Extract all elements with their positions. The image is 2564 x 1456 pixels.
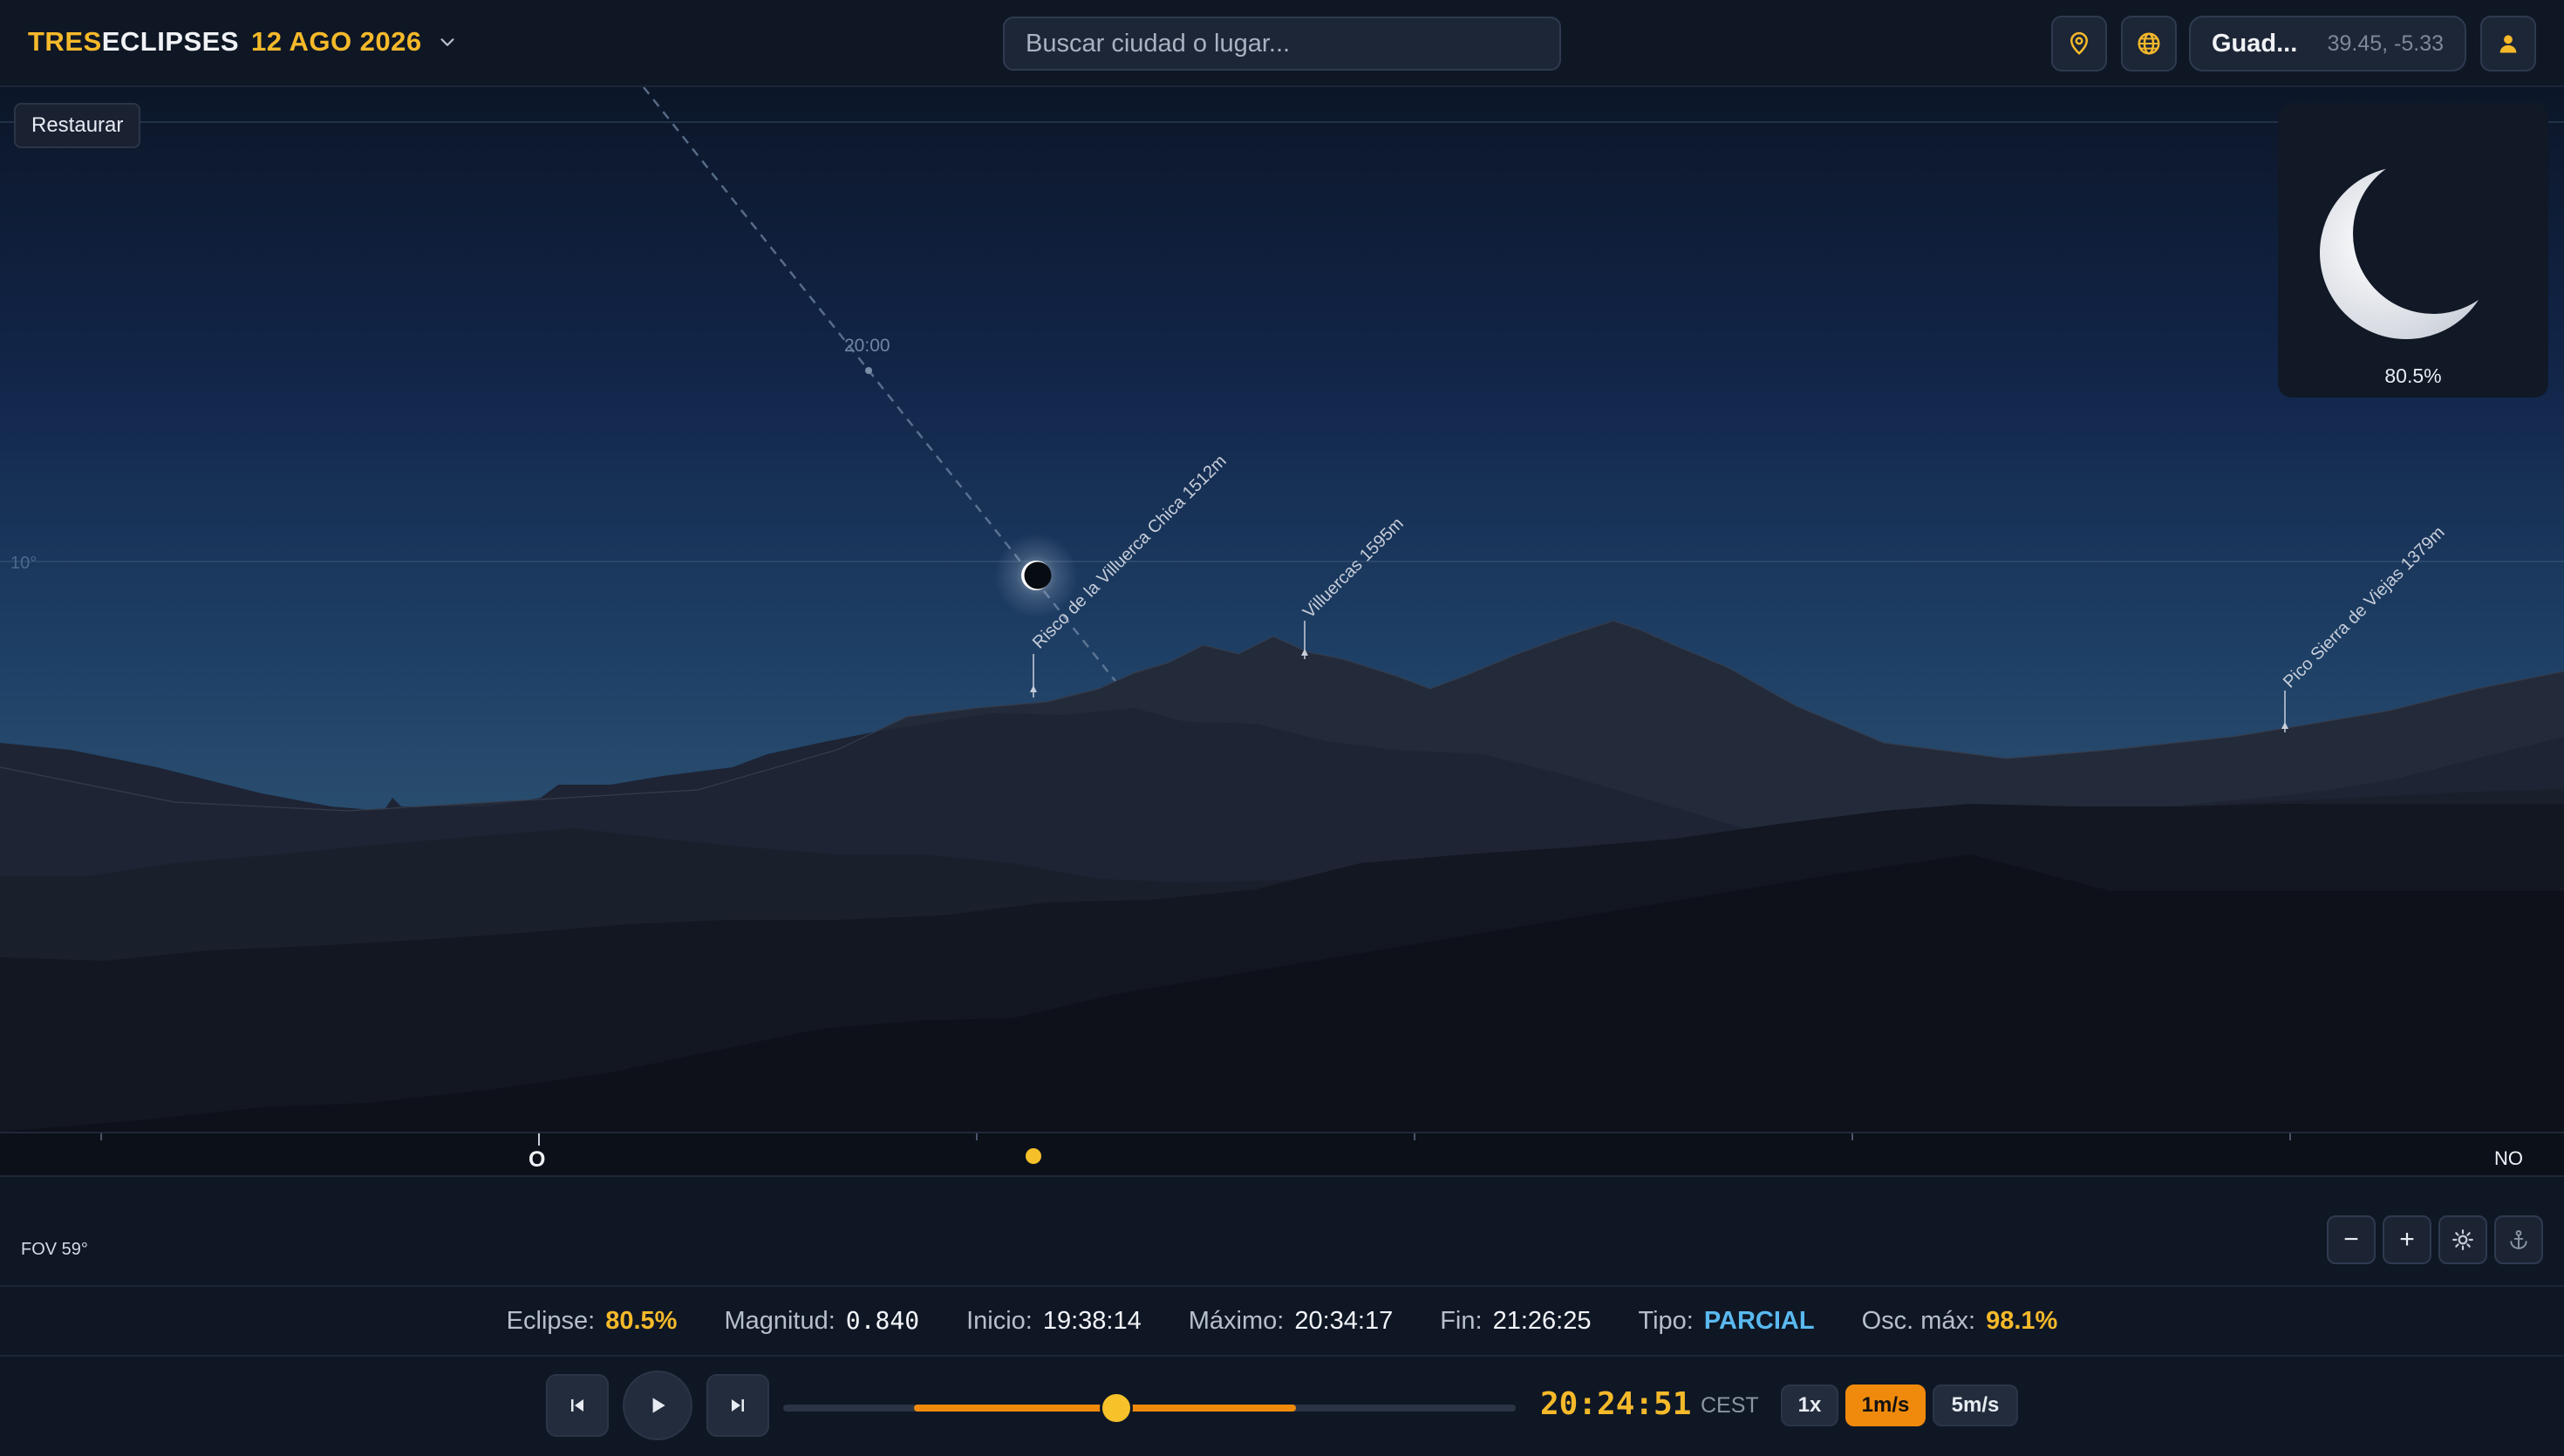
current-time: 20:24:51 [1540, 1386, 1692, 1422]
stat-eclipse-value: 80.5% [605, 1306, 678, 1335]
chevron-down-icon[interactable] [438, 32, 457, 51]
search-input[interactable] [1003, 17, 1561, 71]
skip-back-icon [571, 1399, 583, 1412]
eclipse-inset-percent: 80.5% [2384, 364, 2442, 387]
user-icon [2499, 35, 2517, 53]
stat-end: Fin: 21:26:25 [1440, 1307, 1591, 1336]
eclipse-date-selector[interactable]: 12 AGO 2026 [251, 26, 422, 58]
speed-1m-s-button[interactable]: 1m/s [1845, 1385, 1926, 1426]
stat-start-value: 19:38:14 [1042, 1306, 1142, 1335]
eclipse-phase-icon [2320, 167, 2492, 339]
play-button[interactable] [623, 1371, 692, 1440]
compass-bar: O NO [0, 1132, 2564, 1177]
stat-magnitude: Magnitud: 0.840 [724, 1306, 919, 1336]
location-name: Guad... [2212, 29, 2298, 58]
skip-forward-button[interactable] [706, 1374, 769, 1437]
top-bar: TRESECLIPSES 12 AGO 2026 Guad... 39.45, … [0, 0, 2564, 87]
sky-view[interactable]: 10° 20:00 Risco de la Villuerca Chica 15… [0, 87, 2564, 1132]
globe-button[interactable] [2121, 16, 2177, 71]
skip-forward-icon [732, 1399, 744, 1412]
stat-max-obscuration: Osc. máx: 98.1% [1862, 1307, 2058, 1336]
stat-type-value: PARCIAL [1703, 1306, 1815, 1335]
stat-end-value: 21:26:25 [1492, 1306, 1592, 1335]
stat-max-value: 20:34:17 [1294, 1306, 1394, 1335]
user-button[interactable] [2480, 16, 2536, 71]
location-coordinates: 39.45, -5.33 [2327, 31, 2444, 56]
lower-strip [0, 1175, 2564, 1285]
time-marker-dot [865, 367, 872, 374]
location-selector[interactable]: Guad... 39.45, -5.33 [2189, 16, 2466, 71]
minus-icon: − [2343, 1225, 2359, 1254]
compass-label-west: O [528, 1147, 546, 1172]
stat-max-label: Máximo: [1188, 1306, 1285, 1335]
timeline-handle[interactable] [1100, 1391, 1134, 1425]
stat-eclipse-label: Eclipse: [506, 1306, 596, 1335]
stat-magnitude-value: 0.840 [845, 1306, 920, 1335]
app-brand[interactable]: TRES ECLIPSES 12 AGO 2026 [28, 26, 457, 58]
speed-1x-button[interactable]: 1x [1781, 1385, 1838, 1426]
play-icon [652, 1398, 665, 1413]
stat-osc-value: 98.1% [1986, 1306, 2058, 1335]
eclipse-inset: 80.5% [2278, 103, 2548, 398]
stat-start-label: Inicio: [966, 1306, 1033, 1335]
brand-prefix: TRES [28, 26, 102, 57]
sun-azimuth-marker [1026, 1148, 1041, 1164]
zoom-out-button[interactable]: − [2327, 1215, 2376, 1264]
eclipse-stats-bar: Eclipse: 80.5% Magnitud: 0.840 Inicio: 1… [0, 1285, 2564, 1357]
brand-suffix: ECLIPSES [101, 26, 240, 57]
anchor-icon [2510, 1230, 2527, 1249]
sun-icon [2452, 1229, 2473, 1250]
stat-max: Máximo: 20:34:17 [1189, 1307, 1393, 1336]
stat-type-label: Tipo: [1638, 1306, 1694, 1335]
brightness-button[interactable] [2438, 1215, 2487, 1264]
anchor-button[interactable] [2494, 1215, 2543, 1264]
stat-end-label: Fin: [1440, 1306, 1483, 1335]
stat-type: Tipo: PARCIAL [1638, 1307, 1814, 1336]
map-pin-icon [2070, 31, 2089, 55]
time-marker-label: 20:00 [844, 336, 890, 356]
stat-osc-label: Osc. máx: [1861, 1306, 1976, 1335]
stat-magnitude-label: Magnitud: [724, 1307, 835, 1335]
horizon-scene: 10° 20:00 Risco de la Villuerca Chica 15… [0, 87, 2564, 1132]
restore-view-button[interactable]: Restaurar [14, 103, 141, 148]
compass-ticks [100, 1133, 2291, 1164]
stat-start: Inicio: 19:38:14 [966, 1307, 1142, 1336]
moon-disc [1024, 561, 1052, 589]
playback-bar: 20:24:51 CEST 1x 1m/s 5m/s [0, 1357, 2564, 1456]
timeline-slider[interactable] [783, 1391, 1516, 1425]
compass-label-northwest: NO [2494, 1147, 2523, 1169]
globe-icon [2138, 32, 2160, 55]
timezone-label: CEST [1701, 1393, 1759, 1418]
locate-button[interactable] [2051, 16, 2107, 71]
altitude-label: 10° [10, 554, 37, 573]
zoom-in-button[interactable]: + [2383, 1215, 2431, 1264]
fov-label: FOV 59° [21, 1240, 88, 1259]
stat-eclipse: Eclipse: 80.5% [507, 1307, 678, 1336]
skip-back-button[interactable] [546, 1374, 609, 1437]
plus-icon: + [2399, 1225, 2415, 1254]
speed-5m-s-button[interactable]: 5m/s [1933, 1385, 2018, 1426]
